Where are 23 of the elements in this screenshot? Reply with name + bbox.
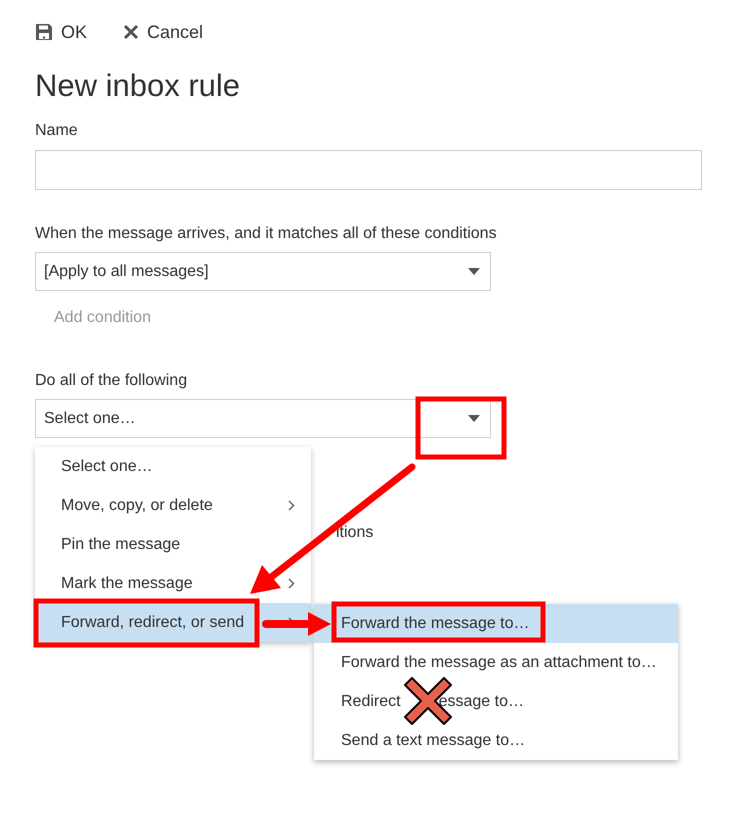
page-title: New inbox rule (35, 67, 242, 105)
save-icon (35, 23, 53, 41)
dropdown-field[interactable]: [Apply to all messages] (35, 252, 491, 291)
partly-hidden-text: itions (336, 523, 374, 543)
cancel-button[interactable]: Cancel (123, 18, 204, 46)
menu-item[interactable]: Send a text message to… (314, 721, 678, 760)
caret-icon (468, 415, 480, 422)
close-icon (123, 24, 140, 40)
menu-item[interactable]: Forward the message as an attachment to… (314, 643, 678, 682)
menu-item[interactable]: Redirect essage to… (314, 682, 678, 721)
dropdown-value: [Apply to all messages] (44, 262, 209, 282)
menu-item[interactable]: Pin the message (35, 525, 311, 564)
field-label: Do all of the following (35, 371, 188, 391)
menu-item[interactable]: Select one… (35, 447, 311, 486)
field-label: Name (35, 121, 79, 141)
arrow (262, 612, 331, 636)
dropdown-field[interactable]: Select one… (35, 399, 491, 438)
menu-item[interactable]: Move, copy, or delete (35, 486, 311, 525)
field-label: When the message arrives, and it matches all of these conditions (35, 224, 498, 244)
ok-button[interactable]: OK (35, 18, 88, 46)
caret-icon (468, 268, 480, 275)
dropdown-value: Select one… (44, 408, 136, 428)
name-field[interactable] (35, 150, 702, 190)
